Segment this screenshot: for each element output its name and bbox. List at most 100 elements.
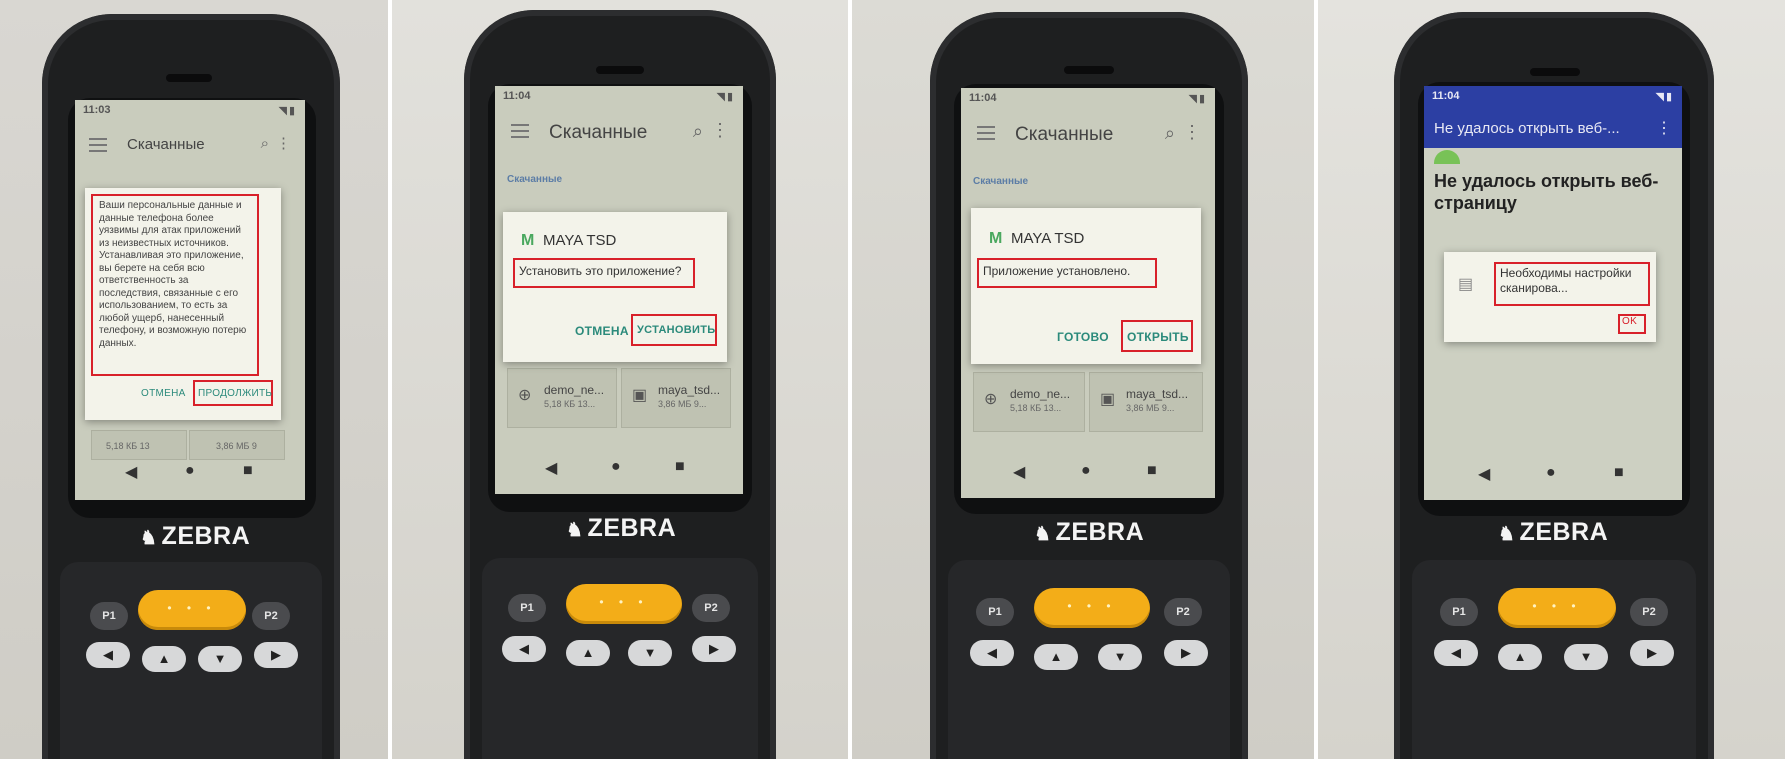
scan-trigger-key[interactable]: • • •: [566, 584, 682, 624]
up-arrow-key[interactable]: ▲: [1034, 644, 1078, 670]
app-bar: Скачанные ⌕ ⋮: [961, 110, 1215, 162]
search-icon[interactable]: ⌕: [693, 121, 703, 142]
maya-app-icon: M: [989, 230, 1003, 247]
section-label: Скачанные: [973, 176, 1029, 187]
zebra-brand-text: ZEBRA: [1519, 518, 1609, 546]
ok-button[interactable]: OK: [1622, 316, 1637, 327]
page-heading: Не удалось открыть веб-страницу: [1434, 171, 1659, 213]
file-card-maya[interactable]: ▣ maya_tsd... 3,86 МБ 9...: [621, 368, 731, 428]
p1-key[interactable]: P1: [90, 602, 128, 630]
back-icon[interactable]: ◀: [125, 462, 137, 482]
p1-key[interactable]: P1: [976, 598, 1014, 626]
device-screen: 11:04 ◥▮ Не удалось открыть веб-... ⋮ Не…: [1424, 86, 1682, 500]
wifi-battery-icon: ◥▮: [1188, 93, 1207, 105]
android-nav-bar: ◀ ● ■: [75, 462, 305, 484]
app-bar: Скачанные ⌕ ⋮: [75, 122, 305, 174]
hamburger-menu-icon[interactable]: [977, 126, 995, 140]
hamburger-menu-icon[interactable]: [89, 138, 107, 152]
file-card-maya[interactable]: 3,86 МБ 9: [189, 430, 285, 460]
cancel-button[interactable]: ОТМЕНА: [141, 388, 186, 399]
down-arrow-key[interactable]: ▼: [1098, 644, 1142, 670]
scan-trigger-key[interactable]: • • •: [1498, 588, 1616, 628]
home-icon[interactable]: ●: [611, 458, 621, 476]
back-icon[interactable]: ◀: [1478, 464, 1490, 484]
wifi-battery-icon: ◥▮: [1655, 91, 1674, 103]
file-meta: 5,18 КБ 13...: [1010, 403, 1062, 413]
more-options-icon[interactable]: ⋮: [276, 134, 291, 152]
left-arrow-key[interactable]: ◀: [1434, 640, 1478, 666]
earpiece-speaker: [1064, 66, 1114, 74]
more-options-icon[interactable]: ⋮: [1183, 122, 1201, 143]
down-arrow-key[interactable]: ▼: [1564, 644, 1608, 670]
open-button[interactable]: ОТКРЫТЬ: [1127, 330, 1189, 344]
p1-key[interactable]: P1: [1440, 598, 1478, 626]
up-arrow-key[interactable]: ▲: [566, 640, 610, 666]
file-name: demo_ne...: [1010, 387, 1071, 401]
recents-icon[interactable]: ■: [1147, 462, 1157, 480]
android-nav-bar: ◀ ● ■: [495, 458, 743, 480]
file-meta: 3,86 МБ 9...: [658, 399, 707, 409]
file-card-demo[interactable]: ⊕ demo_ne... 5,18 КБ 13...: [507, 368, 617, 428]
left-arrow-key[interactable]: ◀: [502, 636, 546, 662]
recents-icon[interactable]: ■: [243, 462, 253, 480]
dialog-message: Установить это приложение?: [519, 264, 682, 278]
p2-key[interactable]: P2: [1630, 598, 1668, 626]
file-card-demo[interactable]: ⊕ demo_ne... 5,18 КБ 13...: [973, 372, 1085, 432]
recents-icon[interactable]: ■: [1614, 464, 1624, 482]
status-time: 11:04: [503, 90, 531, 102]
device-screen: 11:04 ◥▮ Скачанные ⌕ ⋮ Скачанные ⊕ demo_…: [961, 88, 1215, 498]
left-arrow-key[interactable]: ◀: [86, 642, 130, 668]
file-card-maya[interactable]: ▣ maya_tsd... 3,86 МБ 9...: [1089, 372, 1203, 432]
zebra-device: 11:04 ◥▮ Не удалось открыть веб-... ⋮ Не…: [1394, 12, 1714, 759]
file-card-demo[interactable]: 5,18 КБ 13: [91, 430, 187, 460]
status-bar: 11:04 ◥▮: [961, 88, 1215, 110]
zebra-head-icon: ♞: [1498, 524, 1516, 545]
p2-key[interactable]: P2: [692, 594, 730, 622]
left-arrow-key[interactable]: ◀: [970, 640, 1014, 666]
app-title: Скачанные: [127, 136, 205, 153]
scan-trigger-key[interactable]: • • •: [138, 590, 246, 630]
right-arrow-key[interactable]: ▶: [254, 642, 298, 668]
device-screen: 11:04 ◥▮ Скачанные ⌕ ⋮ Скачанные ⊕ demo_…: [495, 86, 743, 494]
back-icon[interactable]: ◀: [545, 458, 557, 478]
hamburger-menu-icon[interactable]: [511, 124, 529, 138]
warning-message: Ваши персональные данные и данные телефо…: [99, 200, 247, 349]
back-icon[interactable]: ◀: [1013, 462, 1025, 482]
more-options-icon[interactable]: ⋮: [1656, 118, 1672, 138]
zebra-logo: ♞ ZEBRA: [140, 522, 250, 551]
section-label: Скачанные: [507, 174, 563, 185]
cancel-button[interactable]: ОТМЕНА: [575, 324, 629, 338]
more-options-icon[interactable]: ⋮: [711, 120, 729, 141]
p2-key[interactable]: P2: [1164, 598, 1202, 626]
scan-trigger-key[interactable]: • • •: [1034, 588, 1150, 628]
down-arrow-key[interactable]: ▼: [198, 646, 242, 672]
search-icon[interactable]: ⌕: [261, 135, 269, 152]
install-button[interactable]: УСТАНОВИТЬ: [637, 324, 715, 336]
android-icon: ▣: [632, 387, 648, 404]
p1-key[interactable]: P1: [508, 594, 546, 622]
photo-panel-4: 11:04 ◥▮ Не удалось открыть веб-... ⋮ Не…: [1318, 0, 1785, 759]
right-arrow-key[interactable]: ▶: [1630, 640, 1674, 666]
search-icon[interactable]: ⌕: [1165, 123, 1175, 144]
home-icon[interactable]: ●: [1546, 464, 1556, 482]
home-icon[interactable]: ●: [1081, 462, 1091, 480]
status-time: 11:03: [83, 104, 111, 116]
wifi-battery-icon: ◥▮: [278, 105, 297, 117]
file-meta: 5,18 КБ 13...: [544, 399, 596, 409]
file-meta: 5,18 КБ 13: [106, 441, 150, 451]
done-button[interactable]: ГОТОВО: [1057, 330, 1109, 344]
home-icon[interactable]: ●: [185, 462, 195, 480]
right-arrow-key[interactable]: ▶: [1164, 640, 1208, 666]
zebra-logo: ♞ ZEBRA: [1034, 518, 1144, 547]
p2-key[interactable]: P2: [252, 602, 290, 630]
up-arrow-key[interactable]: ▲: [1498, 644, 1542, 670]
up-arrow-key[interactable]: ▲: [142, 646, 186, 672]
right-arrow-key[interactable]: ▶: [692, 636, 736, 662]
continue-button[interactable]: ПРОДОЛЖИТЬ: [198, 388, 272, 399]
recents-icon[interactable]: ■: [675, 458, 685, 476]
dialog-message: Необходимы настройки сканирова...: [1500, 266, 1632, 295]
down-arrow-key[interactable]: ▼: [628, 640, 672, 666]
zebra-device: 11:03 ◥▮ Скачанные ⌕ ⋮ 5,18 КБ 13 3,86 М…: [42, 14, 340, 759]
install-confirm-dialog: M MAYA TSD Установить это приложение? ОТ…: [503, 212, 727, 362]
file-icon: ⊕: [984, 391, 998, 408]
